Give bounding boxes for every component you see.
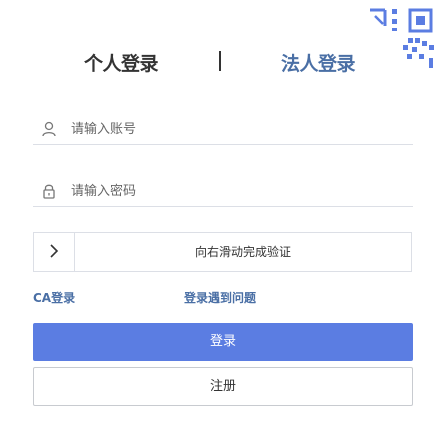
slider-hint-text: 向右滑动完成验证	[194, 245, 291, 259]
register-button[interactable]: 注册	[33, 367, 413, 406]
ca-login-link[interactable]: CA登录	[33, 289, 75, 306]
login-button[interactable]: 登录	[33, 323, 413, 361]
qr-code-icon[interactable]	[367, 0, 445, 80]
account-field	[33, 114, 413, 145]
slider-captcha[interactable]: 向右滑动完成验证	[33, 232, 412, 272]
password-input[interactable]	[71, 180, 401, 202]
tab-personal-login[interactable]: 个人登录	[84, 49, 159, 76]
tab-legal-login[interactable]: 法人登录	[281, 49, 356, 76]
user-icon	[41, 121, 57, 137]
tab-divider	[219, 51, 221, 71]
login-problem-link[interactable]: 登录遇到问题	[184, 289, 256, 306]
password-field	[33, 176, 413, 207]
lock-icon	[41, 183, 57, 199]
slider-handle[interactable]	[34, 233, 75, 271]
account-input[interactable]	[71, 118, 401, 140]
chevron-right-icon	[48, 243, 60, 262]
